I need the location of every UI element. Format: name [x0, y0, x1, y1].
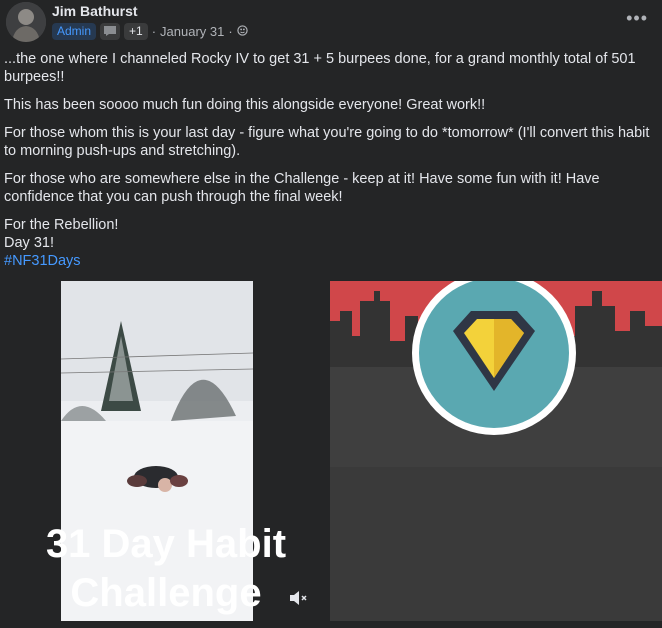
meta-separator: ·: [151, 23, 157, 39]
post-body: ...the one where I channeled Rocky IV to…: [4, 50, 654, 270]
post-paragraph: For those who are somewhere else in the …: [4, 171, 600, 205]
admin-badge[interactable]: Admin: [52, 22, 97, 40]
meta-separator: ·: [228, 23, 233, 39]
poster-title-line: 31 Day Habit: [45, 522, 287, 566]
post-paragraph: This has been soooo much fun doing this …: [4, 97, 486, 113]
post-paragraph: ...the one where I channeled Rocky IV to…: [4, 51, 636, 85]
closing-line: For the Rebellion!: [4, 217, 119, 233]
globe-icon: [237, 24, 248, 39]
post-meta: Admin +1 · January 31 ·: [52, 22, 248, 40]
more-options-icon[interactable]: •••: [626, 8, 648, 29]
author-name[interactable]: Jim Bathurst: [52, 3, 138, 19]
post-paragraph: For those whom this is your last day - f…: [4, 125, 650, 159]
post-date[interactable]: January 31: [160, 24, 224, 39]
author-avatar[interactable]: [6, 2, 46, 42]
poster-title: 31 Day Habit Challenge: [0, 520, 332, 618]
plus-badge[interactable]: +1: [124, 22, 148, 40]
closing-line: Day 31!: [4, 235, 54, 251]
hashtag-link[interactable]: #NF31Days: [4, 252, 654, 270]
challenge-poster[interactable]: [330, 281, 662, 621]
poster-title-line: Challenge: [70, 571, 262, 615]
chat-badge-icon[interactable]: [100, 22, 121, 40]
